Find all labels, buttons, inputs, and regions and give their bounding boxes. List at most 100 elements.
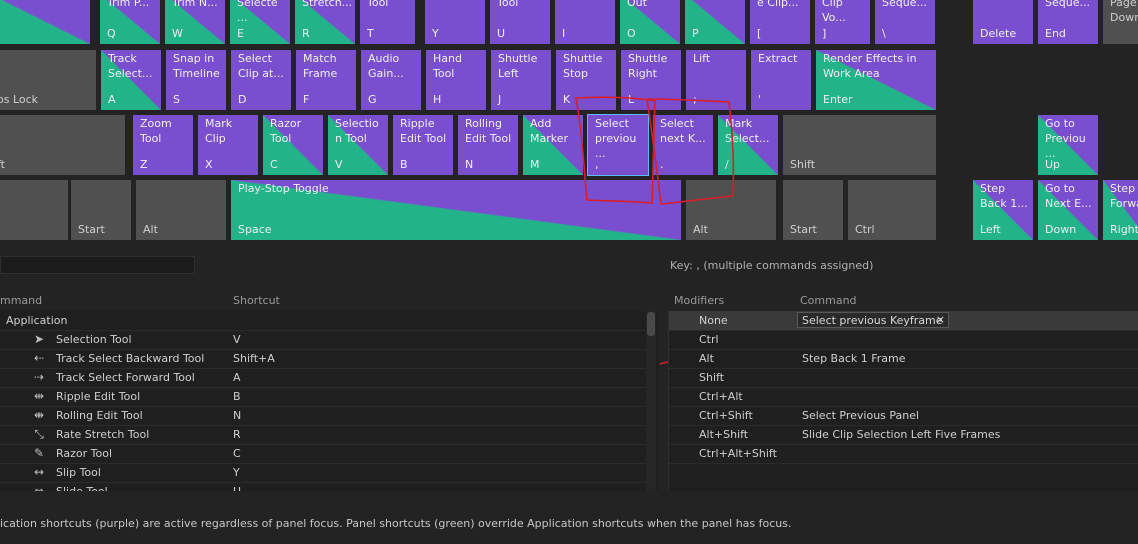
key-t[interactable]: Tool T bbox=[360, 0, 415, 44]
command-row[interactable]: ⇠ Track Select Backward Tool Shift+A bbox=[0, 349, 646, 369]
key-z[interactable]: Zoom Tool Z bbox=[133, 115, 193, 175]
command-row[interactable]: ⇔ Slide Tool U bbox=[0, 482, 646, 491]
key-command-label: Select prevіou ... bbox=[595, 117, 637, 160]
key-end[interactable]: Seque... End bbox=[1038, 0, 1098, 44]
key-j[interactable]: Shuttle Left J bbox=[491, 50, 551, 110]
key-w[interactable]: Trim N... W bbox=[165, 0, 225, 44]
key-l[interactable]: Shuttle Right L bbox=[621, 50, 681, 110]
key-pgdn[interactable]: Page Down bbox=[1103, 0, 1138, 44]
key-space[interactable]: Play-Stop Toggle Space bbox=[231, 180, 681, 240]
key-rbr[interactable]: Clip Vo...] bbox=[815, 0, 870, 44]
key-b[interactable]: Ripple Edit Tool B bbox=[393, 115, 453, 175]
key-comma[interactable]: Select prevіou ..., bbox=[587, 114, 649, 176]
key-letter-label: J bbox=[498, 93, 502, 106]
command-row[interactable]: ⇼ Rolling Edit Tool N bbox=[0, 406, 646, 426]
key-m[interactable]: Add Marker M bbox=[523, 115, 583, 175]
key-k[interactable]: Shuttle Stop K bbox=[556, 50, 616, 110]
key-x[interactable]: Mark Clip X bbox=[198, 115, 258, 175]
key-ctrlL[interactable] bbox=[0, 180, 68, 240]
command-shortcut[interactable]: Y bbox=[233, 466, 240, 479]
key-command-label: Shuttle Left bbox=[498, 52, 538, 80]
command-list-scrollbar[interactable] bbox=[646, 311, 656, 491]
key-altR[interactable]: Alt bbox=[686, 180, 776, 240]
key-o[interactable]: Out O bbox=[620, 0, 680, 44]
key-startR[interactable]: Start bbox=[783, 180, 843, 240]
key-p[interactable]: P bbox=[685, 0, 745, 44]
key-left[interactable]: Step Back 1... Left bbox=[973, 180, 1033, 240]
command-shortcut[interactable]: N bbox=[233, 409, 241, 422]
modifier-row-ctrl-shift[interactable]: Ctrl+Shift Select Previous Panel bbox=[669, 406, 1138, 426]
command-shortcut[interactable]: A bbox=[233, 371, 241, 384]
key-start[interactable]: Start bbox=[71, 180, 131, 240]
key-rshift[interactable]: Shift bbox=[783, 115, 936, 175]
modifier-row-ctrl-alt[interactable]: Ctrl+Alt bbox=[669, 387, 1138, 407]
key-command-label: Extract bbox=[758, 52, 798, 65]
command-shortcut[interactable]: R bbox=[233, 428, 241, 441]
key-semi[interactable]: Lift; bbox=[686, 50, 746, 110]
command-row[interactable]: ↔ Slip Tool Y bbox=[0, 463, 646, 483]
key-e[interactable]: Selecte ... E bbox=[230, 0, 290, 44]
key-h[interactable]: Hand Tool H bbox=[426, 50, 486, 110]
key-bsl[interactable]: Seque... \ bbox=[875, 0, 935, 44]
scroll-thumb[interactable] bbox=[647, 312, 655, 336]
key-lshift[interactable]: ft bbox=[0, 115, 125, 175]
command-shortcut[interactable]: Shift+A bbox=[233, 352, 275, 365]
modifier-row-alt-shift[interactable]: Alt+Shift Slide Clip Selection Left Five … bbox=[669, 425, 1138, 445]
key-a[interactable]: Track Select... A bbox=[101, 50, 161, 110]
key-right[interactable]: Step Forwa... Right bbox=[1103, 180, 1138, 240]
key-enter[interactable]: Render Effects in Work Area Enter bbox=[816, 50, 936, 110]
command-shortcut[interactable]: U bbox=[233, 485, 241, 491]
key-down[interactable]: Go to Next E... Down bbox=[1038, 180, 1098, 240]
key-u[interactable]: Tool U bbox=[490, 0, 550, 44]
command-edit-field[interactable]: Select previous Keyframe × bbox=[797, 312, 949, 328]
command-row[interactable]: ⤡ Rate Stretch Tool R bbox=[0, 425, 646, 445]
modifiers-column-header[interactable]: Modifiers bbox=[674, 294, 724, 307]
modifier-row-shift[interactable]: Shift bbox=[669, 368, 1138, 388]
search-input[interactable] bbox=[0, 256, 195, 274]
key-letter-label: Ctrl bbox=[855, 223, 875, 236]
clear-shortcut-icon[interactable]: × bbox=[936, 313, 945, 326]
command-column-header[interactable]: mmand bbox=[0, 294, 42, 307]
modifier-row-alt[interactable]: Alt Step Back 1 Frame bbox=[669, 349, 1138, 369]
key-n[interactable]: Rolling Edit Tool N bbox=[458, 115, 518, 175]
key-letter-label: Delete bbox=[980, 27, 1017, 40]
key-f[interactable]: Match Frame F bbox=[296, 50, 356, 110]
command-shortcut[interactable]: V bbox=[233, 333, 241, 346]
key-letter-label: [ bbox=[757, 27, 762, 40]
command-group-header[interactable]: Application bbox=[0, 311, 646, 331]
key-y[interactable]: Y bbox=[425, 0, 485, 44]
modifier-row-ctrl[interactable]: Ctrl bbox=[669, 330, 1138, 350]
key-up[interactable]: Go to Previou ... Up bbox=[1038, 115, 1098, 175]
key-v[interactable]: Selectio n Tool V bbox=[328, 115, 388, 175]
key-slash[interactable]: Mark Select... / bbox=[718, 115, 778, 175]
key-command-label: Razor Tool bbox=[270, 117, 302, 145]
command-row[interactable]: ⇢ Track Select Forward Tool A bbox=[0, 368, 646, 388]
key-g[interactable]: Audio Gain... G bbox=[361, 50, 421, 110]
modifier-label: Shift bbox=[699, 371, 725, 384]
key-caps[interactable]: os Lock bbox=[0, 50, 96, 110]
key-qL[interactable] bbox=[0, 0, 90, 44]
command-row[interactable]: ➤ Selection Tool V bbox=[0, 330, 646, 350]
modifier-row-ctrl-alt-shift[interactable]: Ctrl+Alt+Shift bbox=[669, 444, 1138, 464]
command-row[interactable]: ✎ Razor Tool C bbox=[0, 444, 646, 464]
key-d[interactable]: Select Clip at... D bbox=[231, 50, 291, 110]
command-row[interactable]: ⇹ Ripple Edit Tool B bbox=[0, 387, 646, 407]
shortcut-column-header[interactable]: Shortcut bbox=[233, 294, 280, 307]
key-q[interactable]: Trim P... Q bbox=[100, 0, 160, 44]
key-command-label: Hand Tool bbox=[433, 52, 462, 80]
modifier-label: Ctrl+Alt bbox=[699, 390, 743, 403]
key-c[interactable]: Razor Tool C bbox=[263, 115, 323, 175]
key-r[interactable]: Stretch... R bbox=[295, 0, 355, 44]
key-ctrlR[interactable]: Ctrl bbox=[848, 180, 936, 240]
key-alt[interactable]: Alt bbox=[136, 180, 226, 240]
command-shortcut[interactable]: C bbox=[233, 447, 241, 460]
command-shortcut[interactable]: B bbox=[233, 390, 241, 403]
key-lbr[interactable]: e Clip... [ bbox=[750, 0, 810, 44]
key-del[interactable]: Delete bbox=[973, 0, 1033, 44]
key-period[interactable]: Select next K.... bbox=[653, 115, 713, 175]
key-s[interactable]: Snap in Timeline S bbox=[166, 50, 226, 110]
key-command-column-header[interactable]: Command bbox=[800, 294, 857, 307]
modifier-row-none[interactable]: None Select previous Keyframe × bbox=[669, 311, 1138, 331]
key-i[interactable]: I bbox=[555, 0, 615, 44]
key-apos[interactable]: Extract ' bbox=[751, 50, 811, 110]
